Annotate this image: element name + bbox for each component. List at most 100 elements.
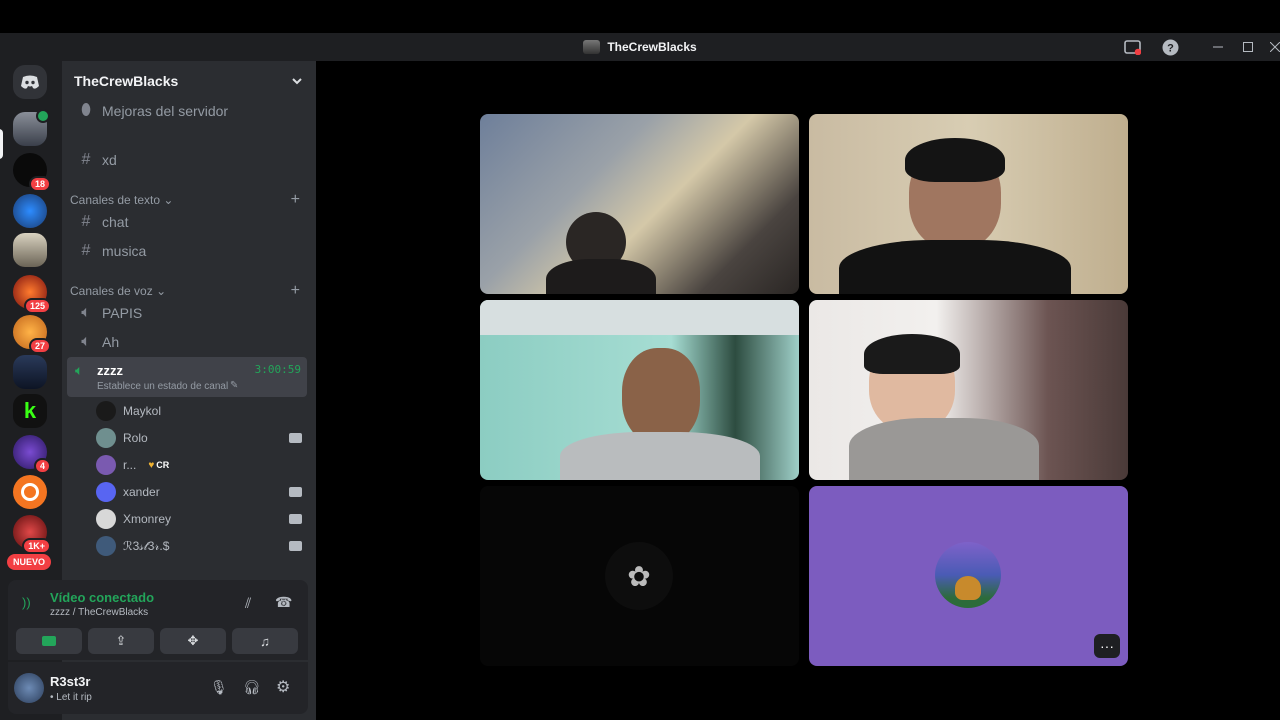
minimize-icon[interactable] (1209, 38, 1227, 56)
avatar (96, 401, 116, 421)
close-icon[interactable] (1266, 38, 1280, 56)
voice-channel-papis[interactable]: 🔈︎ PAPIS (70, 299, 308, 327)
voice-channel-zzzz[interactable]: 🔈︎ zzzz 3:00:59 Establece un estado de c… (67, 357, 307, 397)
settings-gear-icon[interactable]: ⚙ (276, 677, 290, 697)
maximize-icon[interactable] (1239, 38, 1257, 56)
chevron-down-icon: ⌄ (163, 193, 174, 207)
more-options-button[interactable]: ··· (1094, 634, 1120, 658)
server-icon-crunchyroll[interactable] (13, 475, 47, 509)
person-silhouette (622, 348, 700, 444)
category-voice-channels[interactable]: Canales de voz ⌄ + (70, 282, 308, 300)
camera-toggle-button[interactable] (16, 628, 82, 654)
speaker-icon: 🔈︎ (81, 333, 91, 350)
speaker-icon: 🔈︎ (81, 304, 91, 321)
video-tile-participant-6[interactable]: ··· (809, 486, 1128, 666)
svg-text:?: ? (1167, 42, 1174, 54)
server-icon-11[interactable]: 1K+ (13, 515, 51, 554)
heart-icon: ♥ (148, 459, 155, 471)
help-icon[interactable]: ? (1161, 38, 1179, 56)
server-icon-6[interactable]: 27 (13, 315, 51, 354)
top-black-strip (0, 0, 1280, 33)
set-channel-status[interactable]: Establece un estado de canal (97, 381, 228, 392)
avatar (935, 542, 1001, 608)
signal-icon: )) (22, 595, 31, 610)
server-thumbnail (583, 40, 601, 54)
hashtag-icon: # (81, 242, 91, 259)
avatar (96, 482, 116, 502)
server-icon-thecrewblacks[interactable] (13, 109, 50, 146)
boost-icon: ⬮ (80, 102, 92, 119)
avatar (96, 428, 116, 448)
screen-share-icon: ⇪ (115, 633, 127, 648)
chevron-down-icon (292, 77, 302, 84)
video-tile-participant-1[interactable] (480, 114, 799, 294)
new-badge: NUEVO (7, 554, 52, 570)
server-icon-kick[interactable]: k (13, 394, 47, 428)
video-tile-participant-5[interactable]: ✿ (480, 486, 799, 666)
soundboard-icon: ♫ (260, 633, 270, 649)
pencil-icon: ✎ (230, 380, 239, 391)
avatar-flower: ✿ (605, 542, 673, 610)
avatar[interactable] (14, 673, 44, 703)
server-icon-4[interactable] (13, 233, 47, 267)
window-title: TheCrewBlacks (583, 40, 697, 54)
hashtag-icon: # (81, 151, 91, 168)
screen-share-button[interactable]: ⇪ (88, 628, 154, 654)
activities-icon: ✥ (187, 633, 199, 648)
voice-user[interactable]: Rolo (96, 426, 308, 450)
channel-xd[interactable]: # xd (70, 146, 308, 174)
channel-chat[interactable]: # chat (70, 208, 308, 236)
selected-server-pill (0, 129, 3, 159)
camera-icon (289, 541, 302, 551)
server-icon-9[interactable]: 4 (13, 435, 51, 474)
voice-user[interactable]: r... ♥ CR (96, 453, 308, 477)
add-channel-icon[interactable]: + (291, 282, 300, 300)
voice-user[interactable]: Maykol (96, 399, 308, 423)
server-header[interactable]: TheCrewBlacks (62, 61, 316, 101)
title-bar: TheCrewBlacks (0, 33, 1280, 61)
voice-user[interactable]: Xmonrey (96, 507, 308, 531)
speaker-icon: 🔈︎ (75, 362, 84, 378)
microphone-icon[interactable]: 🎙︎ (210, 679, 228, 696)
chevron-down-icon: ⌄ (156, 284, 167, 298)
noise-suppression-icon[interactable]: ⫽ (245, 595, 251, 612)
activities-button[interactable]: ✥ (160, 628, 226, 654)
user-status: • Let it rip (50, 692, 92, 703)
voice-connection-panel: )) Vídeo conectado zzzz / TheCrewBlacks … (8, 580, 308, 660)
video-tile-participant-3[interactable] (480, 300, 799, 480)
server-icon-5[interactable]: 125 (13, 275, 51, 314)
headphones-icon[interactable]: 🎧︎ (243, 679, 261, 696)
category-text-channels[interactable]: Canales de texto ⌄ + (70, 191, 308, 209)
connection-status[interactable]: Vídeo conectado (50, 590, 154, 605)
voice-timer: 3:00:59 (254, 363, 301, 376)
discord-logo-icon (21, 75, 39, 89)
avatar (96, 536, 116, 556)
username[interactable]: R3st3r (50, 674, 90, 689)
inbox-icon[interactable] (1123, 38, 1141, 56)
disconnect-icon[interactable]: ☎ (275, 594, 292, 611)
voice-activity-icon (36, 109, 50, 123)
discord-home-button[interactable] (13, 65, 47, 99)
soundboard-button[interactable]: ♫ (232, 628, 298, 654)
server-name: TheCrewBlacks (74, 73, 179, 89)
video-tile-participant-4[interactable] (809, 300, 1128, 480)
video-stage: ✿ ··· (316, 61, 1280, 720)
channel-musica[interactable]: # musica (70, 237, 308, 265)
camera-icon (289, 514, 302, 524)
camera-icon (289, 487, 302, 497)
video-tile-participant-2[interactable] (809, 114, 1128, 294)
server-icon-craft[interactable] (13, 194, 47, 228)
hashtag-icon: # (81, 213, 91, 230)
avatar (96, 509, 116, 529)
user-panel: R3st3r • Let it rip 🎙︎ 🎧︎ ⚙ (8, 662, 308, 714)
voice-channel-ah[interactable]: 🔈︎ Ah (70, 328, 308, 356)
connection-location[interactable]: zzzz / TheCrewBlacks (50, 607, 148, 618)
server-icon-7[interactable] (13, 355, 47, 389)
camera-icon (42, 636, 56, 646)
avatar (96, 455, 116, 475)
voice-user[interactable]: xander (96, 480, 308, 504)
server-boost-link[interactable]: ⬮ Mejoras del servidor (70, 97, 308, 125)
add-channel-icon[interactable]: + (291, 191, 300, 209)
server-icon-2[interactable]: 18 (13, 153, 51, 192)
voice-user[interactable]: ℛ3𝓈𝓉3𝓇.$ (96, 534, 308, 558)
